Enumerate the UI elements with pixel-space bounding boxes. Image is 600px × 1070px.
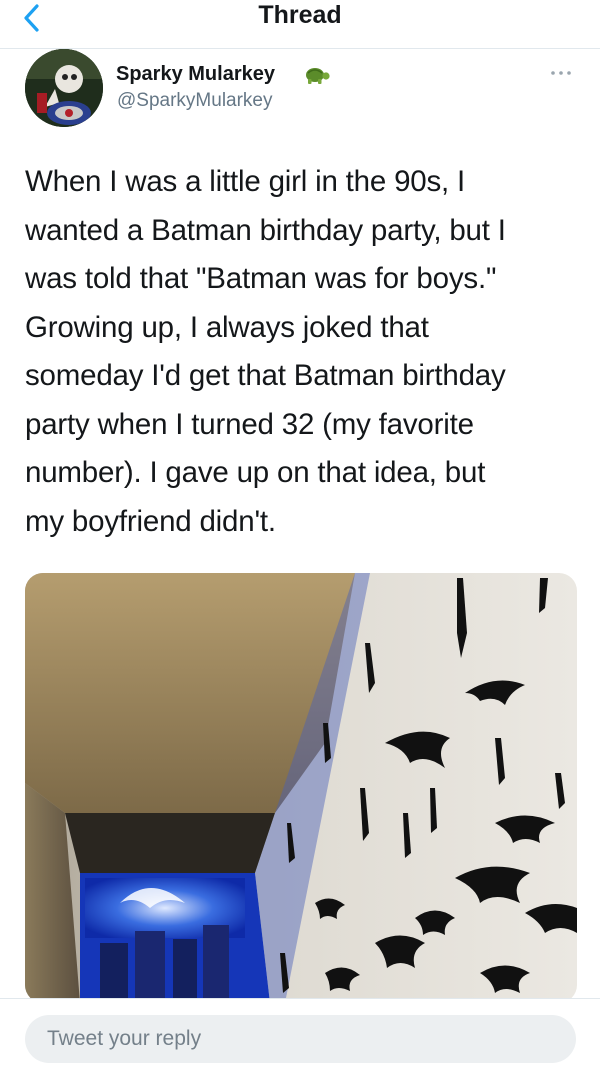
reply-input[interactable]: [25, 1015, 576, 1063]
reply-bar: [0, 998, 600, 1070]
avatar[interactable]: [25, 49, 103, 127]
author-name[interactable]: Sparky Mularkey: [116, 63, 275, 86]
page-title: Thread: [258, 1, 342, 29]
tweet-text-line: party when I turned 32 (my favorite: [25, 407, 474, 441]
tweet-text-line: someday I'd get that Batman birthday: [25, 359, 506, 392]
tweet-text-line: When I was a little girl in the 90s, I: [25, 165, 466, 198]
tweet-photo[interactable]: [25, 573, 577, 1003]
author-handle[interactable]: @SparkyMularkey: [117, 90, 273, 112]
tweet-text-line: wanted a Batman birthday party, but I: [25, 213, 506, 247]
tweet-text-line: number). I gave up on that idea, but: [25, 456, 486, 489]
tweet-text-line: was told that "Batman was for boys.": [25, 262, 497, 295]
navigation-bar: Thread: [0, 0, 600, 49]
turtle-icon: [306, 68, 330, 84]
tweet-text: When I was a little girl in the 90s, I w…: [25, 158, 580, 546]
tweet-text-line: my boyfriend didn't.: [25, 504, 276, 538]
tweet-text-line: Growing up, I always joked that: [25, 310, 429, 344]
more-horizontal-icon[interactable]: [548, 66, 574, 80]
